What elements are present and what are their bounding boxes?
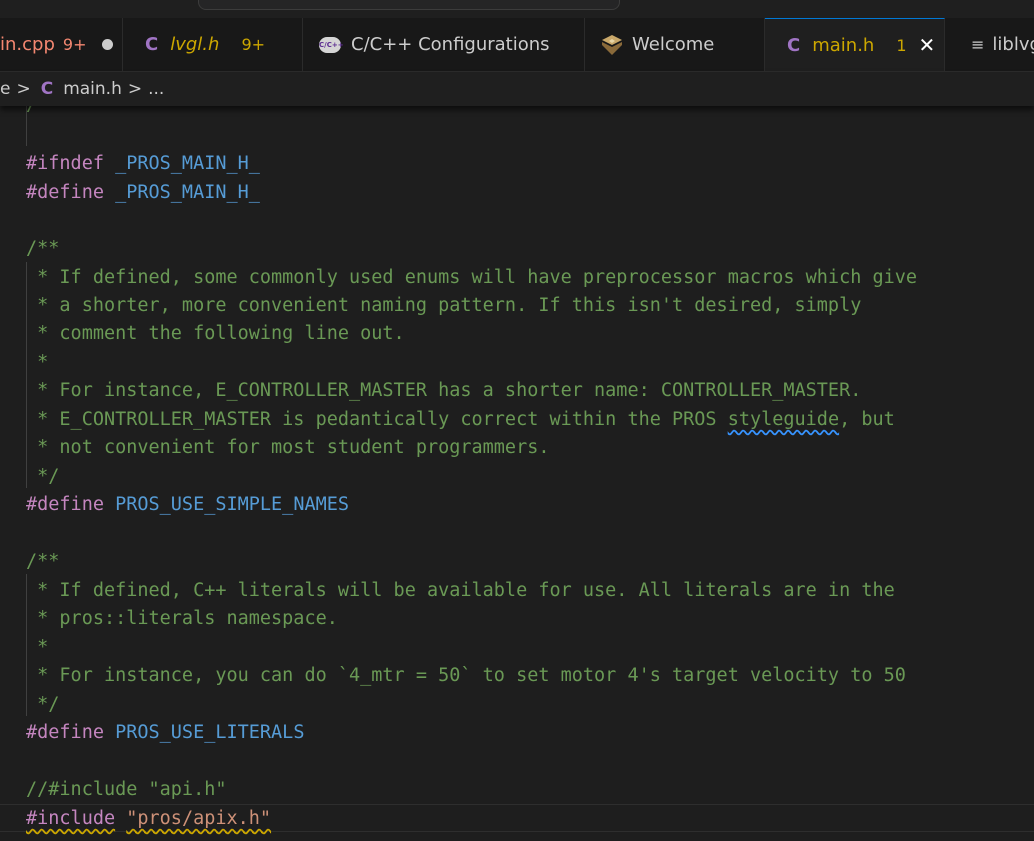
code-line: * comment the following line out. [26,323,405,344]
include-path-string: "pros/apix.h" [126,808,272,829]
code-line: * E_CONTROLLER_MASTER is pedantically co… [26,406,895,434]
preprocessor-keyword: #define [26,182,104,203]
breadcrumb-file[interactable]: main.h [63,79,122,99]
macro-name: PROS_USE_LITERALS [115,722,305,743]
macro-name: _PROS_MAIN_H_ [115,182,260,203]
breadcrumb-symbols[interactable]: ... [148,79,164,99]
tab-label: lvgl.h [170,34,220,55]
code-line: #define PROS_USE_SIMPLE_NAMES [26,491,349,519]
tab-main-cpp[interactable]: in.cpp 9+ [0,18,123,71]
welcome-icon [602,34,622,55]
code-line: #ifndef _PROS_MAIN_H_ [26,150,260,178]
tab-label: in.cpp [0,34,55,55]
code-line: //#include "api.h" [26,779,227,800]
spelling-squiggle[interactable]: styleguide [728,409,839,430]
code-line: * not convenient for most student progra… [26,437,550,458]
title-bar-strip [0,0,1034,18]
cpp-extension-icon: C/C++ [319,36,344,53]
c-file-icon: C [40,79,54,99]
preprocessor-keyword: #include [26,808,116,829]
code-line: */ [26,694,60,715]
code-editor[interactable]: /** #ifndef _PROS_MAIN_H_ #define _PROS_… [0,106,1034,841]
code-line: #define _PROS_MAIN_H_ [26,179,260,207]
tab-label: liblvg [992,34,1034,55]
breadcrumb-separator: > [127,79,143,99]
breadcrumb-separator: > [16,79,31,99]
comment-text: , but [839,409,895,430]
preprocessor-keyword: #ifndef [26,153,104,174]
code-line: /** [26,106,59,119]
code-line: /** [26,238,60,259]
unsaved-dot-icon[interactable] [102,39,114,50]
problem-count-badge: 9+ [62,35,87,54]
code-line: * a shorter, more convenient naming patt… [26,295,862,316]
code-line: * [26,637,49,658]
editor-tab-bar: in.cpp 9+ C lvgl.h 9+ C/C++ C/C++ Config… [0,18,1034,72]
tab-lvgl-h[interactable]: C lvgl.h 9+ [123,18,303,71]
code-line: * For instance, E_CONTROLLER_MASTER has … [26,380,862,401]
c-file-icon: C [145,34,159,55]
code-line: #define PROS_USE_LITERALS [26,719,304,747]
text-file-icon: ≡ [971,35,985,54]
tab-welcome[interactable]: Welcome [585,18,765,71]
tab-liblvgl[interactable]: ≡ liblvg [945,18,1034,71]
preprocessor-keyword: #define [26,494,104,515]
tab-cpp-configurations[interactable]: C/C++ C/C++ Configurations [303,18,585,71]
command-center-search[interactable] [198,0,620,10]
problem-count-badge: 1 [896,35,907,55]
code-line: * If defined, some commonly used enums w… [26,267,918,288]
problem-count-badge: 9+ [241,35,266,54]
macro-name: _PROS_MAIN_H_ [115,153,260,174]
code-line: * pros::literals namespace. [26,608,338,629]
breadcrumb: e > C main.h > ... [0,72,1034,106]
tab-label: Welcome [632,34,715,55]
current-code-line[interactable]: #include "pros/apix.h" [0,804,1034,832]
preprocessor-keyword: #define [26,722,104,743]
tab-label: C/C++ Configurations [351,34,550,55]
code-line: * For instance, you can do `4_mtr = 50` … [26,665,906,686]
macro-name: PROS_USE_SIMPLE_NAMES [115,494,350,515]
code-line: * [26,352,49,373]
comment-text: * E_CONTROLLER_MASTER is pedantically co… [26,409,728,430]
code-line: /** [26,551,60,572]
tab-main-h[interactable]: C main.h 1 ✕ [765,18,945,71]
code-line: */ [26,466,60,487]
breadcrumb-folder[interactable]: e [0,79,10,99]
code-line: * If defined, C++ literals will be avail… [26,580,895,601]
close-icon[interactable]: ✕ [919,33,936,57]
tab-label: main.h [812,34,875,56]
c-file-icon: C [787,34,801,56]
